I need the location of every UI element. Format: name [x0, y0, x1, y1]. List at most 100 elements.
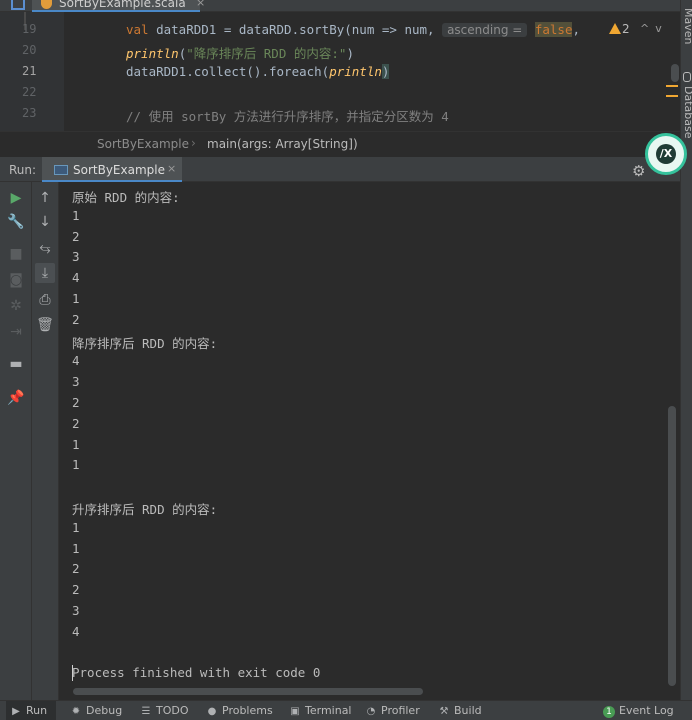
- console-line: 3: [72, 603, 80, 618]
- build-icon: ⚒: [439, 706, 449, 717]
- stop-icon: ■: [9, 246, 23, 262]
- parameter-hint-ascending: ascending =: [442, 23, 528, 37]
- console-line: 3: [72, 249, 80, 265]
- console-line: 3: [72, 374, 80, 390]
- console-line: 原始 RDD 的内容:: [72, 190, 180, 205]
- code-line-20[interactable]: println("降序排序后 RDD 的内容:"): [126, 43, 354, 62]
- code-line-23[interactable]: // 使用 sortBy 方法进行升序排序，并指定分区数为 4: [126, 106, 449, 125]
- line-number: 20: [22, 43, 37, 57]
- problems-icon: ●: [207, 706, 217, 717]
- text-caret: [72, 665, 73, 681]
- breadcrumb-method[interactable]: main(args: Array[String]): [207, 137, 358, 151]
- run-tab-label: SortByExample: [73, 163, 165, 177]
- run-icon: ▶: [12, 706, 20, 717]
- maven-tool-button[interactable]: Maven: [682, 8, 692, 44]
- tool-tab-label: Problems: [222, 704, 273, 717]
- string-literal: "降序排序后 RDD 的内容:": [186, 46, 347, 61]
- pin-icon[interactable]: 📌: [6, 388, 26, 408]
- editor-tab-label: SortByExample.scala: [59, 0, 186, 10]
- function-println: println: [126, 46, 179, 61]
- arrow-up-icon[interactable]: ↑: [35, 188, 55, 208]
- threads-icon: ✲: [10, 298, 22, 314]
- console-line: 2: [72, 228, 80, 244]
- soft-wrap-icon[interactable]: ⥃: [35, 238, 55, 258]
- console-line: 降序排序后 RDD 的内容:: [72, 335, 218, 351]
- tool-tab-build[interactable]: ⚒ Build: [434, 701, 484, 720]
- console-line: Process finished with exit code 0: [72, 665, 321, 681]
- code-line-19[interactable]: val dataRDD1 = dataRDD.sortBy(num => num…: [126, 22, 580, 37]
- code-text: ,: [572, 22, 581, 37]
- arrow-down-icon[interactable]: ↓: [35, 212, 55, 232]
- database-tool-button[interactable]: Database: [682, 86, 692, 139]
- line-number: 19: [22, 22, 37, 36]
- console-vertical-scrollbar[interactable]: [668, 406, 676, 686]
- tool-tab-profiler[interactable]: ◔ Profiler: [361, 701, 423, 720]
- event-log-label: Event Log: [619, 704, 674, 717]
- code-text: ): [346, 46, 354, 61]
- code-text: dataRDD1.collect().foreach(: [126, 64, 330, 79]
- console-line: 4: [72, 353, 80, 369]
- console-line: 1: [72, 519, 80, 535]
- debug-icon: ✹: [71, 706, 81, 717]
- line-number-gutter: 19 20 21 22 23: [0, 12, 64, 131]
- tool-tab-label: Debug: [86, 704, 123, 717]
- chevron-up-icon[interactable]: ^: [640, 22, 655, 35]
- scroll-to-end-icon[interactable]: ⤓: [35, 263, 55, 283]
- code-comment: // 使用 sortBy 方法进行升序排序，并指定分区数为 4: [126, 109, 449, 124]
- breadcrumb-separator: ›: [191, 136, 196, 150]
- run-toolbar-primary: ▶ 🔧 ■ ◙ ✲ ⇥ ▬ 📌: [0, 182, 32, 700]
- tool-tab-problems[interactable]: ● Problems: [202, 701, 274, 720]
- print-icon[interactable]: ⎙: [35, 290, 55, 310]
- event-log-tab[interactable]: 1 Event Log: [603, 701, 674, 720]
- code-editor[interactable]: 19 20 21 22 23 val dataRDD1 = dataRDD.so…: [0, 12, 680, 131]
- tool-tab-debug[interactable]: ✹ Debug: [66, 701, 126, 720]
- database-icon: [683, 72, 691, 82]
- console-icon: [54, 165, 68, 175]
- tool-tab-todo[interactable]: ☰ TODO: [136, 701, 192, 720]
- console-line: 2: [72, 415, 80, 431]
- line-number: 23: [22, 106, 37, 120]
- warning-count[interactable]: 2: [622, 22, 630, 36]
- tool-tab-terminal[interactable]: ▣ Terminal: [285, 701, 351, 720]
- tool-tab-label: Terminal: [305, 704, 352, 717]
- editor-scrollbar[interactable]: [671, 64, 679, 82]
- chevron-down-icon[interactable]: v: [655, 22, 668, 35]
- run-label: Run:: [9, 163, 37, 177]
- run-tab-sortbyexample[interactable]: SortByExample ×: [42, 157, 182, 183]
- avatar[interactable]: /X: [645, 133, 687, 175]
- editor-tab-sortbyexample[interactable]: SortByExample.scala ×: [32, 0, 205, 12]
- code-line-21[interactable]: dataRDD1.collect().foreach(println): [126, 64, 390, 79]
- layout-icon[interactable]: ▬: [6, 354, 26, 374]
- bottom-tool-bar: ▶ Run ✹ Debug ☰ TODO ● Problems ▣ Terminal ◔ Profil…: [0, 700, 692, 720]
- keyword-val: val: [126, 22, 149, 37]
- rerun-icon[interactable]: ▶: [6, 188, 26, 208]
- tool-tab-label: Build: [454, 704, 482, 717]
- close-tab-icon[interactable]: ×: [196, 0, 205, 9]
- close-run-tab-icon[interactable]: ×: [167, 162, 176, 175]
- console-line: 2: [72, 561, 80, 577]
- tool-tab-run[interactable]: ▶ Run: [6, 701, 56, 720]
- right-tool-strip: Maven Database: [680, 0, 692, 700]
- line-number: 22: [22, 85, 37, 99]
- project-window-icon[interactable]: [11, 0, 25, 10]
- console-output[interactable]: 原始 RDD 的内容: 1 2 3 4 1 2 降序排序后 RDD 的内容: 4 3 2 2 1 1 升序排…: [59, 182, 680, 700]
- run-toolbar-secondary: ↑ ↓ ⥃ ⤓ ⎙ 🗑: [32, 182, 59, 700]
- line-number-active: 21: [22, 64, 37, 78]
- wrench-icon[interactable]: 🔧: [6, 212, 26, 232]
- matched-paren: ): [381, 64, 390, 79]
- breadcrumb: SortByExample › main(args: Array[String]…: [0, 131, 680, 156]
- gear-icon[interactable]: ⚙: [632, 162, 645, 180]
- console-line: 4: [72, 270, 80, 286]
- breadcrumb-class[interactable]: SortByExample: [97, 137, 189, 151]
- console-line: 2: [72, 311, 80, 327]
- avatar-logo: /X: [656, 144, 676, 164]
- console-horizontal-scrollbar[interactable]: [73, 688, 423, 695]
- problem-navigation[interactable]: ^v: [640, 22, 668, 35]
- tool-tab-label: TODO: [156, 704, 189, 717]
- trash-icon[interactable]: 🗑: [35, 315, 55, 335]
- warning-icon[interactable]: [609, 23, 621, 34]
- camera-icon: ◙: [9, 272, 23, 288]
- console-line: 1: [72, 457, 80, 473]
- code-text: dataRDD1 = dataRDD.sortBy(num => num,: [148, 22, 443, 37]
- console-line: 1: [72, 207, 80, 223]
